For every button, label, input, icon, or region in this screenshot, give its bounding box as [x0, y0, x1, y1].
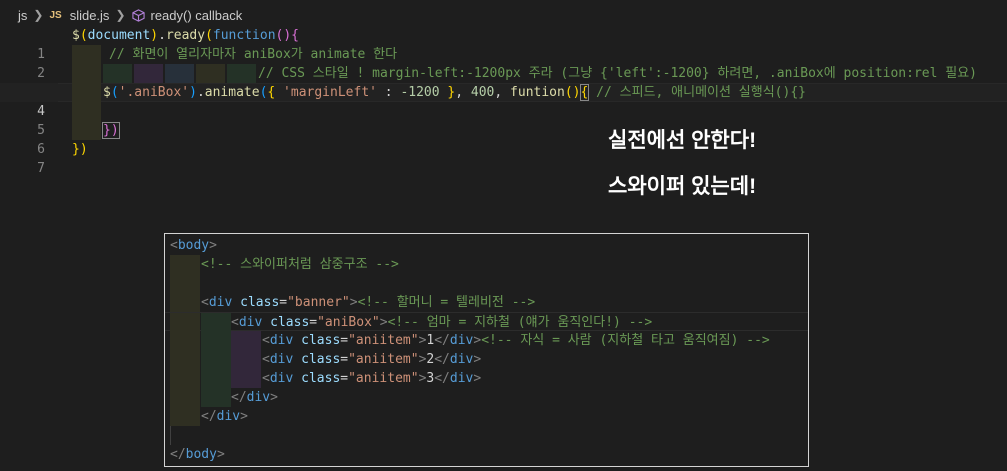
indent-guide: [231, 369, 261, 388]
indent-guide: [201, 350, 231, 369]
indent-guide: [201, 388, 231, 407]
code-text: }): [102, 122, 120, 139]
note-line-2: 스와이퍼 있는데!: [608, 175, 757, 198]
code-text: }): [72, 142, 88, 157]
code-line: </div>: [165, 407, 808, 426]
code-line: 5: [0, 102, 1007, 138]
indent-guide: [170, 407, 200, 426]
code-line: 6 }): [0, 121, 1007, 157]
indent-guide: [231, 350, 261, 369]
indent-guide: [170, 274, 200, 293]
indent-guide: [170, 331, 200, 350]
indent-guide: [227, 64, 256, 83]
indent-guide: [134, 64, 163, 83]
breadcrumb-folder[interactable]: js: [18, 8, 27, 23]
code-line: </div>: [165, 388, 808, 407]
code-text: // CSS 스타일 ! margin-left:-1200px 주라 (그냥 …: [258, 66, 977, 81]
note-line-1: 실전에선 안한다!: [608, 129, 757, 152]
indent-guide: [201, 369, 231, 388]
code-line: 7 }): [0, 140, 1007, 176]
html-snippet-panel: <body> <!-- 스와이퍼처럼 삼중구조 --> <div class="…: [164, 233, 809, 467]
code-line: <div class="aniitem">3</div>: [165, 369, 808, 388]
indent-guide: [170, 350, 200, 369]
code-line: <div class="aniitem">1</div><!-- 자식 = 사람…: [165, 331, 808, 350]
code-line: [165, 274, 808, 293]
indent-guide: [72, 121, 101, 140]
code-line: 2 // 화면이 열리자마자 aniBox가 animate 한다: [0, 45, 1007, 81]
code-line-active: <div class="aniBox"><!-- 엄마 = 지하철 (얘가 움직…: [165, 312, 808, 332]
chevron-right-icon: ❯: [115, 8, 126, 22]
code-text: $(document).ready(function(){: [72, 28, 300, 43]
indent-guide: [72, 102, 101, 121]
indent-guide: [170, 313, 200, 332]
code-text: // 화면이 열리자마자 aniBox가 animate 한다: [109, 47, 398, 62]
indent-guide: [103, 64, 132, 83]
indent-guide: [201, 331, 231, 350]
breadcrumb-symbol[interactable]: ready() callback: [151, 8, 243, 23]
indent-guide: [201, 313, 231, 332]
indent-guide: [170, 369, 200, 388]
code-line: <div class="aniitem">2</div>: [165, 350, 808, 369]
code-line-active: 4 $('.aniBox').animate({ 'marginLeft' : …: [0, 83, 1007, 119]
indent-guide: [170, 388, 200, 407]
code-editor[interactable]: 1 $(document).ready(function(){ 2 // 화면이…: [0, 26, 1007, 176]
indent-guide: [72, 64, 101, 83]
indent-guide: [170, 426, 171, 445]
breadcrumb-file[interactable]: slide.js: [70, 8, 110, 23]
code-line: 3 // CSS 스타일 ! margin-left:-1200px 주라 (그…: [0, 64, 1007, 100]
code-line: 1 $(document).ready(function(){: [0, 26, 1007, 62]
code-text: $('.aniBox').animate({ 'marginLeft' : -1…: [103, 84, 806, 101]
indent-guide: [231, 331, 261, 350]
code-line: <div class="banner"><!-- 할머니 = 텔레비전 -->: [165, 293, 808, 312]
javascript-file-icon: JS: [49, 9, 62, 21]
indent-guide: [72, 45, 101, 64]
cube-icon: [131, 8, 145, 22]
indent-guide: [165, 64, 194, 83]
indent-guide: [170, 255, 200, 274]
indent-guide: [170, 293, 200, 312]
code-line: <!-- 스와이퍼처럼 삼중구조 -->: [165, 255, 808, 274]
code-line: </body>: [170, 447, 225, 462]
indent-guide: [196, 64, 225, 83]
chevron-right-icon: ❯: [33, 8, 44, 22]
code-line: <body>: [170, 238, 217, 253]
code-line: [165, 426, 808, 445]
indent-guide: [72, 83, 101, 102]
line-number: 7: [37, 161, 45, 176]
